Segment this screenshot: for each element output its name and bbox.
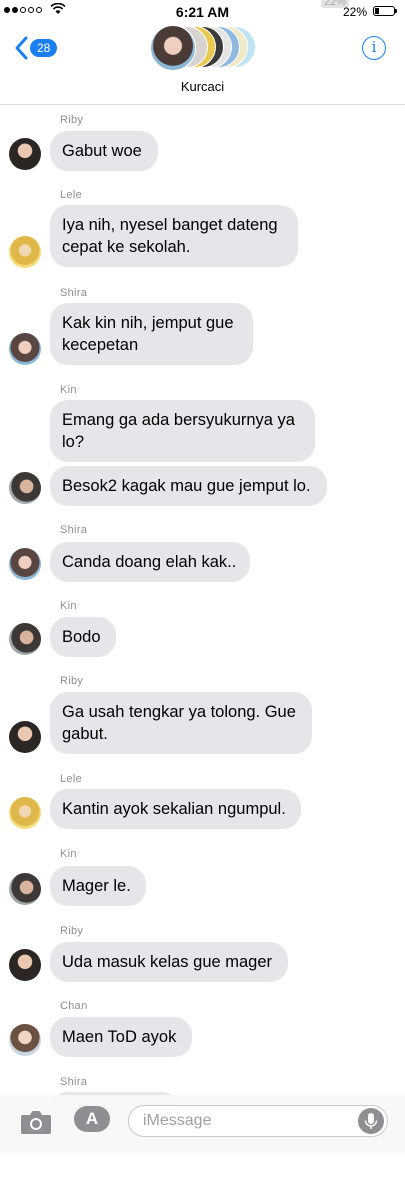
sender-name: Kin [60, 384, 77, 396]
message-bubble[interactable]: Kak kin nih, jemput gue kecepetan [50, 303, 253, 365]
avatar [9, 873, 41, 905]
unread-count-badge: 28 [30, 39, 58, 57]
avatar [9, 236, 41, 268]
battery-icon [373, 6, 397, 16]
message-bubble[interactable]: Besok2 kagak mau gue jemput lo. [50, 466, 327, 506]
sender-name: Riby [60, 925, 84, 937]
sender-name: Riby [60, 114, 84, 126]
avatar [9, 548, 41, 580]
message-bubble[interactable]: Gabut woe [50, 131, 158, 171]
sender-name: Shira [60, 524, 88, 536]
avatar [9, 333, 41, 365]
sender-name: Riby [60, 675, 84, 687]
message-bubble[interactable]: Ga usah tengkar ya tolong. Gue gabut. [50, 692, 312, 754]
sender-name: Kin [60, 600, 77, 612]
message-bubble[interactable]: Canda doang elah kak.. [50, 542, 250, 582]
message-bubble[interactable]: Bodo [50, 617, 116, 657]
sender-name: Chan [60, 1000, 88, 1012]
battery-percent: 22% [342, 5, 367, 19]
back-button[interactable]: 28 [14, 36, 58, 60]
app-store-icon[interactable]: A [74, 1106, 110, 1132]
avatar [9, 623, 41, 655]
message-input-placeholder: iMessage [143, 1112, 212, 1129]
message-bubble[interactable]: Iya nih, nyesel banget dateng cepat ke s… [50, 205, 298, 267]
camera-icon[interactable] [20, 1109, 52, 1135]
avatar [9, 721, 41, 753]
sender-name: Shira [60, 1076, 88, 1088]
message-bubble[interactable]: Kantin ayok sekalian ngumpul. [50, 789, 301, 829]
compose-bar: A iMessage [0, 1095, 405, 1153]
message-bubble[interactable]: Mager le. [50, 866, 146, 906]
message-bubble[interactable]: Uda masuk kelas gue mager [50, 942, 288, 982]
conversation-title[interactable]: Kurcaci [0, 79, 405, 94]
status-bar: 6:21 AM 22% 22% [0, 0, 405, 24]
sender-name: Kin [60, 848, 77, 860]
avatar [9, 1024, 41, 1056]
avatar [9, 138, 41, 170]
group-avatar-stack[interactable] [150, 25, 260, 71]
microphone-icon[interactable] [358, 1108, 384, 1134]
avatar [9, 797, 41, 829]
message-input[interactable]: iMessage [128, 1105, 388, 1137]
conversation-header: 28 Kurcaci i [0, 24, 405, 105]
avatar [9, 472, 41, 504]
message-bubble[interactable]: Maen ToD ayok [50, 1017, 192, 1057]
avatar [9, 949, 41, 981]
sender-name: Shira [60, 287, 88, 299]
chevron-left-icon [15, 36, 28, 60]
message-bubble[interactable]: Emang ga ada bersyukurnya ya lo? [50, 400, 315, 462]
sender-name: Lele [60, 773, 82, 785]
sender-name: Lele [60, 189, 82, 201]
info-icon[interactable]: i [362, 36, 386, 60]
